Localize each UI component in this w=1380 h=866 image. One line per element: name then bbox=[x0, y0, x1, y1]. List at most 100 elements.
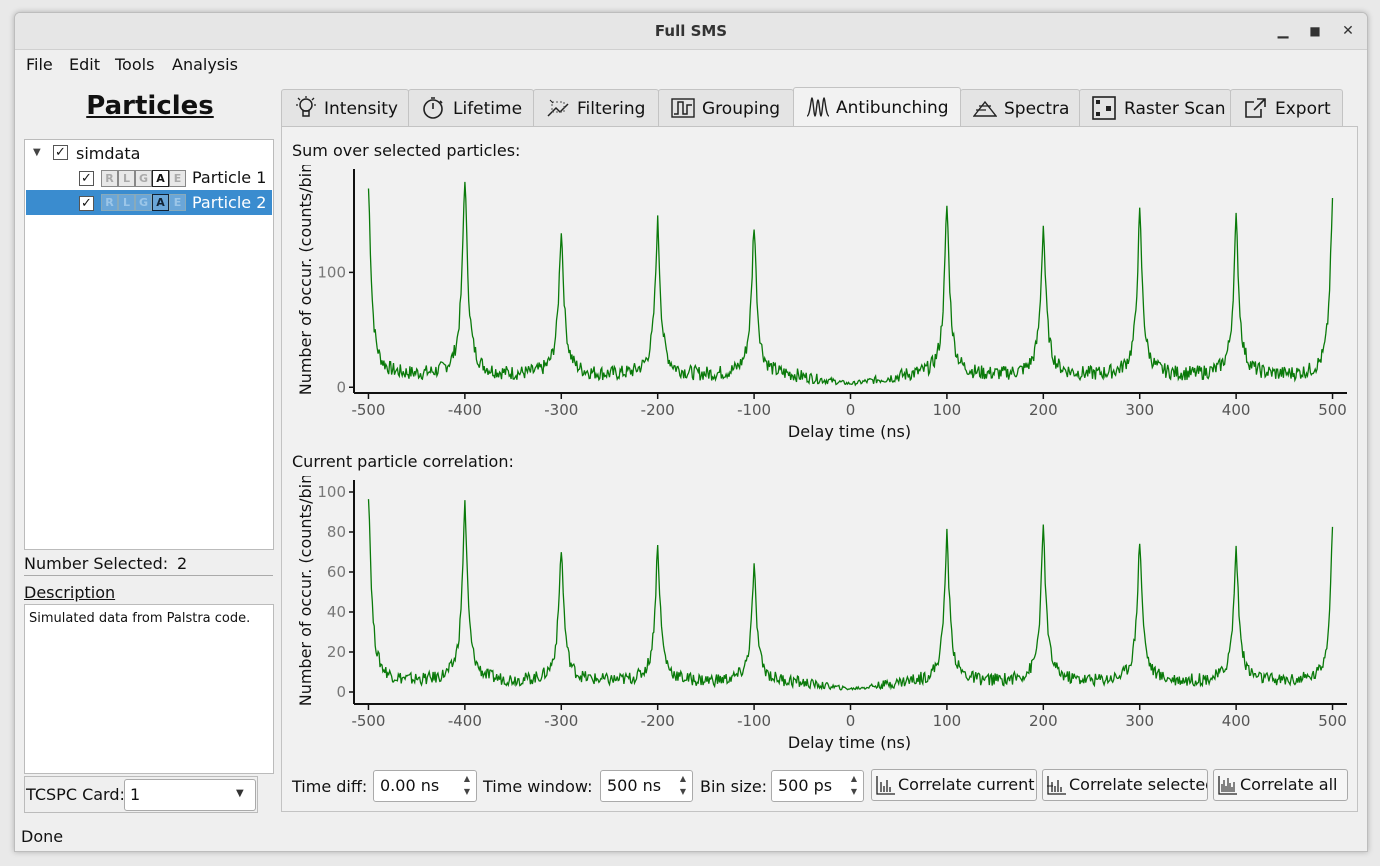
antibunching-icon bbox=[806, 97, 830, 117]
time-window-value: 500 ns bbox=[607, 776, 662, 795]
bin-size-label: Bin size: bbox=[700, 777, 768, 796]
tab-grouping[interactable]: Grouping bbox=[658, 89, 794, 126]
time-diff-spinbox[interactable]: 0.00 ns ▲ ▼ bbox=[373, 770, 477, 802]
tab-spectra[interactable]: Spectra bbox=[960, 89, 1080, 126]
particle-1-checkbox[interactable]: ✓ bbox=[79, 171, 94, 186]
tree-item-particle-2[interactable]: ✓ R L G A E Particle 2 bbox=[26, 190, 272, 215]
tab-filtering[interactable]: Filtering bbox=[533, 89, 659, 126]
correlate-current-label: Correlate current bbox=[898, 775, 1035, 794]
tag-a-icon: A bbox=[152, 194, 169, 211]
particles-heading: Particles bbox=[86, 91, 214, 121]
description-heading: Description bbox=[24, 583, 116, 602]
tcspc-select[interactable]: 1 ▼ bbox=[124, 779, 256, 811]
stopwatch-icon bbox=[423, 97, 443, 119]
x-tick-label: -500 bbox=[351, 712, 385, 730]
tcspc-value: 1 bbox=[130, 785, 141, 804]
correlate-all-icon bbox=[1218, 776, 1237, 795]
correlate-icon bbox=[876, 776, 895, 795]
tab-export[interactable]: Export bbox=[1230, 89, 1343, 126]
menu-file[interactable]: File bbox=[26, 55, 53, 74]
correlate-all-button[interactable]: Correlate all bbox=[1213, 769, 1348, 801]
x-tick-label: 200 bbox=[1029, 401, 1058, 419]
tag-l-icon: L bbox=[118, 194, 135, 211]
spin-up-icon[interactable]: ▲ bbox=[847, 774, 861, 783]
expand-arrow-icon[interactable]: ▼ bbox=[33, 147, 41, 158]
x-tick-label: 400 bbox=[1222, 401, 1251, 419]
menu-tools[interactable]: Tools bbox=[115, 55, 154, 74]
tree-item-particle-1[interactable]: ✓ R L G A E Particle 1 bbox=[25, 165, 273, 190]
correlate-selected-label: Correlate selected bbox=[1069, 775, 1208, 794]
tcspc-label: TCSPC Card: bbox=[26, 785, 125, 804]
tag-g-icon: G bbox=[135, 170, 152, 187]
particle-tree[interactable]: ▼ ✓ simdata ✓ R L G A E Particle 1 ✓ R L… bbox=[24, 139, 274, 550]
x-tick-label: 0 bbox=[846, 401, 856, 419]
tab-intensity[interactable]: Intensity bbox=[281, 89, 409, 126]
y-axis-label: Number of occur. (counts/bin bbox=[296, 165, 315, 395]
maximize-icon[interactable]: ■ bbox=[1305, 21, 1325, 41]
tag-r-icon: R bbox=[101, 194, 118, 211]
grouping-icon bbox=[671, 98, 695, 118]
y-tick-label: 60 bbox=[327, 563, 346, 581]
tree-root-label[interactable]: simdata bbox=[76, 144, 140, 163]
tag-g-icon: G bbox=[135, 194, 152, 211]
correlate-selected-button[interactable]: Correlate selected bbox=[1042, 769, 1208, 801]
tab-raster-scan-label: Raster Scan bbox=[1124, 99, 1226, 119]
x-tick-label: -100 bbox=[737, 712, 771, 730]
bin-size-value: 500 ps bbox=[778, 776, 833, 795]
menu-analysis[interactable]: Analysis bbox=[172, 55, 238, 74]
x-tick-label: 0 bbox=[846, 712, 856, 730]
sidebar-divider bbox=[24, 575, 273, 576]
main-window: Full SMS ▁ ■ ✕ File Edit Tools Analysis … bbox=[14, 12, 1368, 852]
particle-1-label: Particle 1 bbox=[192, 168, 267, 187]
tab-filtering-label: Filtering bbox=[577, 99, 646, 119]
title-bar: Full SMS ▁ ■ ✕ bbox=[15, 13, 1367, 50]
x-axis-label: Delay time (ns) bbox=[788, 733, 911, 752]
bin-size-spinbox[interactable]: 500 ps ▲ ▼ bbox=[771, 770, 864, 802]
window-title: Full SMS bbox=[654, 22, 728, 40]
sum-correlation-plot[interactable]: -500 -400 -300 -200 -100 0 100 200 300 400 500 0 100… bbox=[282, 165, 1355, 455]
chevron-down-icon: ▼ bbox=[236, 788, 244, 799]
antibunching-panel: Sum over selected particles: Current par… bbox=[281, 126, 1358, 812]
x-tick-label: 300 bbox=[1125, 401, 1154, 419]
spectra-icon bbox=[973, 100, 997, 117]
y-tick-label: 40 bbox=[327, 603, 346, 621]
tab-raster-scan[interactable]: Raster Scan bbox=[1079, 89, 1231, 126]
tab-intensity-label: Intensity bbox=[324, 99, 398, 119]
x-tick-label: -100 bbox=[737, 401, 771, 419]
menu-bar: File Edit Tools Analysis bbox=[15, 50, 1367, 78]
x-tick-label: 300 bbox=[1125, 712, 1154, 730]
y-tick-label: 20 bbox=[327, 643, 346, 661]
correlation-series-line bbox=[367, 181, 1334, 387]
x-tick-label: -300 bbox=[544, 401, 578, 419]
x-tick-label: -300 bbox=[544, 712, 578, 730]
y-tick-label: 100 bbox=[317, 483, 346, 501]
root-checkbox[interactable]: ✓ bbox=[53, 145, 68, 160]
time-window-spinbox[interactable]: 500 ns ▲ ▼ bbox=[600, 770, 693, 802]
close-icon[interactable]: ✕ bbox=[1338, 21, 1358, 41]
x-axis-label: Delay time (ns) bbox=[788, 422, 911, 441]
spin-down-icon[interactable]: ▼ bbox=[676, 787, 690, 796]
x-tick-label: 100 bbox=[933, 712, 962, 730]
tab-antibunching[interactable]: Antibunching bbox=[793, 87, 961, 128]
time-diff-value: 0.00 ns bbox=[380, 776, 440, 795]
x-tick-label: -500 bbox=[351, 401, 385, 419]
tag-a-icon: A bbox=[152, 170, 169, 187]
tag-r-icon: R bbox=[101, 170, 118, 187]
spin-down-icon[interactable]: ▼ bbox=[847, 787, 861, 796]
tab-antibunching-label: Antibunching bbox=[836, 98, 949, 118]
spin-down-icon[interactable]: ▼ bbox=[460, 787, 474, 796]
minimize-icon[interactable]: ▁ bbox=[1273, 21, 1293, 41]
tab-lifetime[interactable]: Lifetime bbox=[408, 89, 534, 126]
description-box[interactable]: Simulated data from Palstra code. bbox=[24, 604, 274, 774]
menu-edit[interactable]: Edit bbox=[69, 55, 100, 74]
particle-correlation-plot[interactable]: -500 -400 -300 -200 -100 0 100 200 300 400 500 0 20 4… bbox=[282, 476, 1355, 766]
x-tick-label: -400 bbox=[448, 401, 482, 419]
correlate-current-button[interactable]: Correlate current bbox=[871, 769, 1037, 801]
particle-2-checkbox[interactable]: ✓ bbox=[79, 196, 94, 211]
y-tick-label: 0 bbox=[336, 683, 346, 701]
tab-grouping-label: Grouping bbox=[702, 99, 781, 119]
spin-up-icon[interactable]: ▲ bbox=[460, 774, 474, 783]
x-tick-label: 200 bbox=[1029, 712, 1058, 730]
correlation-series-line bbox=[367, 499, 1334, 691]
spin-up-icon[interactable]: ▲ bbox=[676, 774, 690, 783]
